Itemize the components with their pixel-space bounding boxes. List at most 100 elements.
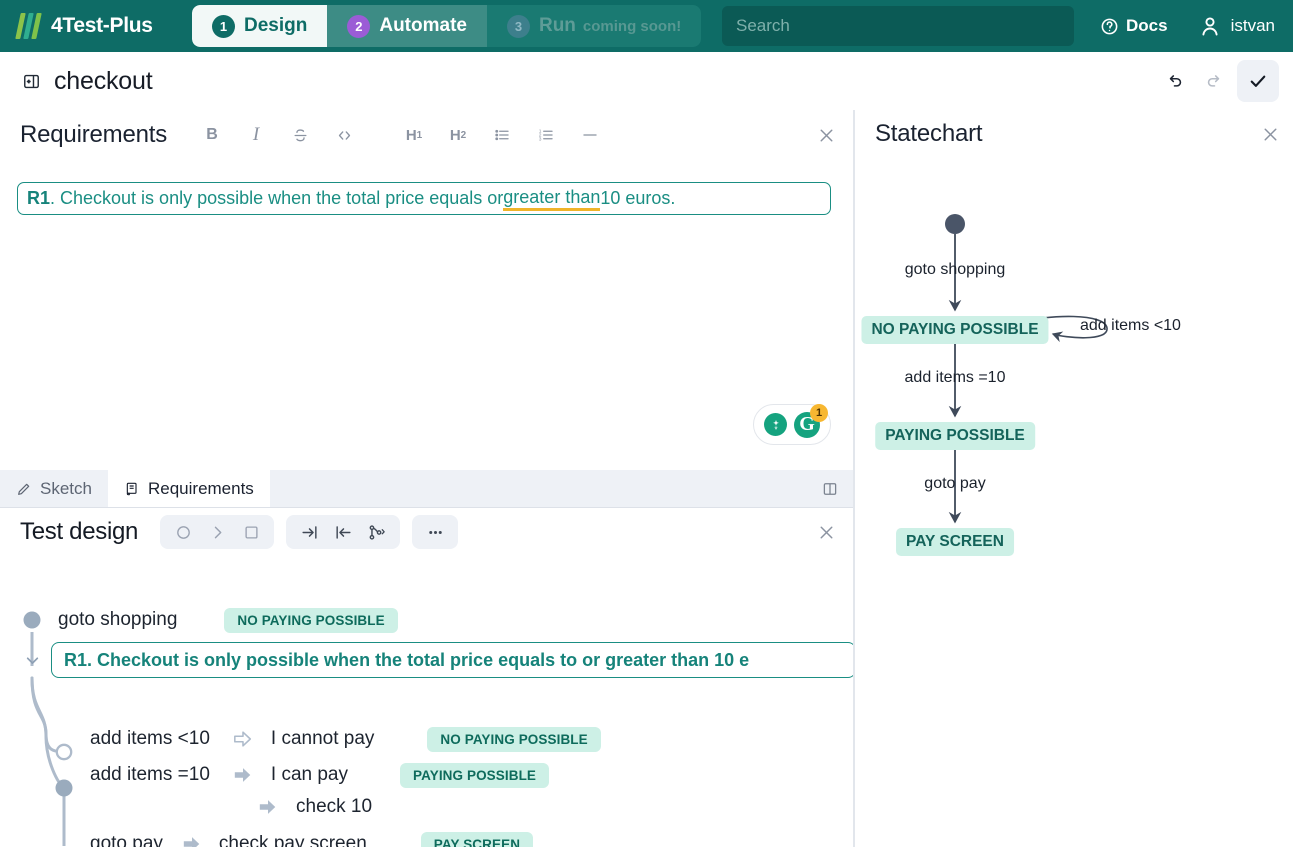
tab-automate-label: Automate: [379, 15, 467, 36]
tree-connectors: [23, 611, 73, 846]
state-node-paying-possible[interactable]: PAYING POSSIBLE: [875, 422, 1035, 450]
split-view-button[interactable]: [821, 470, 853, 507]
close-icon: [820, 526, 833, 538]
tab-sketch-label: Sketch: [40, 478, 92, 498]
horizontal-rule-icon: [583, 134, 597, 136]
confirm-button[interactable]: [1237, 60, 1279, 102]
italic-button[interactable]: I: [241, 120, 271, 150]
close-icon: [1264, 128, 1277, 140]
requirement-text-after: 10 euros.: [600, 188, 676, 208]
grammarly-badge-count: 1: [810, 403, 828, 422]
tab-run-number: 3: [506, 14, 530, 38]
tree-row-goto-shopping[interactable]: goto shopping NO PAYING POSSIBLE: [58, 605, 398, 635]
tree-row-action: add items =10: [90, 764, 210, 785]
status-badge: PAYING POSSIBLE: [400, 762, 550, 788]
panel-toggle-icon[interactable]: [22, 72, 41, 91]
bullet-list-button[interactable]: [487, 120, 517, 150]
undo-icon: [1169, 74, 1181, 87]
strikethrough-icon: [294, 128, 307, 141]
grammarly-logo-icon[interactable]: G 1: [794, 403, 828, 438]
brand-name: 4Test-Plus: [51, 14, 153, 37]
tree-row-action: goto pay: [90, 833, 163, 847]
requirement-text-before: . Checkout is only possible when the tot…: [50, 188, 504, 208]
requirement-chip[interactable]: R1. Checkout is only possible when the t…: [51, 642, 856, 678]
indent-left-button[interactable]: [328, 517, 358, 547]
brand[interactable]: 4Test-Plus: [0, 13, 192, 39]
more-options-button[interactable]: [420, 517, 450, 547]
tree-row-result: check 10: [296, 796, 373, 817]
branch-button[interactable]: [362, 517, 392, 547]
code-button[interactable]: [329, 120, 359, 150]
split-view-icon: [823, 482, 837, 495]
arrow-filled-icon: [181, 834, 203, 847]
tab-run-note: coming soon!: [582, 17, 682, 35]
tree-row-add-items-lt10[interactable]: add items <10 I cannot pay NO PAYING POS…: [90, 724, 601, 754]
nav-right: Docs istvan: [722, 6, 1293, 46]
initial-state-node: [945, 214, 965, 234]
tab-automate[interactable]: 2 Automate: [327, 5, 487, 47]
chevron-down-icon[interactable]: [22, 650, 43, 671]
circle-icon: [176, 525, 190, 539]
grammarly-widget[interactable]: G 1: [753, 403, 831, 445]
redo-icon: [1207, 74, 1219, 87]
test-design-tree: goto shopping NO PAYING POSSIBLE R1. Che…: [0, 556, 856, 847]
square-node-button[interactable]: [236, 517, 266, 547]
chevron-node-button[interactable]: [202, 517, 232, 547]
tree-row-check-10[interactable]: check 10: [257, 792, 372, 822]
edge-label-add-items-lt10: add items <10: [1080, 317, 1181, 334]
close-test-design-button[interactable]: [816, 522, 837, 543]
tab-design-label: Design: [244, 15, 308, 36]
tree-row-add-items-eq10[interactable]: add items =10 I can pay PAYING POSSIBLE: [90, 760, 550, 790]
chevron-right-icon: [214, 526, 222, 538]
numbered-list-button[interactable]: 1 2 3: [531, 120, 561, 150]
user-menu-button[interactable]: istvan: [1198, 14, 1275, 38]
test-design-panel: Test design goto shopping NO PAYING POSS…: [0, 508, 856, 847]
tab-design[interactable]: 1 Design: [192, 5, 328, 47]
test-design-header: Test design: [0, 508, 853, 556]
statechart-panel: Statechart NO PAYING POSSIBLE PAYING POS…: [854, 110, 1293, 847]
indent-right-button[interactable]: [294, 517, 324, 547]
search-input[interactable]: [722, 6, 1074, 46]
state-node-no-paying-possible[interactable]: NO PAYING POSSIBLE: [861, 316, 1049, 344]
tab-requirements-label: Requirements: [147, 478, 254, 498]
circle-node-button[interactable]: [168, 517, 198, 547]
close-editor-button[interactable]: [816, 125, 837, 146]
docs-button[interactable]: Docs: [1100, 16, 1168, 36]
tab-sketch[interactable]: Sketch: [0, 470, 108, 507]
tree-row-result: I cannot pay: [270, 728, 375, 749]
bullet-list-icon: [495, 129, 509, 141]
numbered-list-icon: 1 2 3: [539, 128, 553, 142]
help-circle-icon: [1101, 18, 1118, 34]
close-statechart-button[interactable]: [1260, 124, 1281, 145]
requirement-text-box[interactable]: R1. Checkout is only possible when the t…: [17, 182, 831, 215]
editor-tab-strip: Sketch Requirements: [0, 470, 853, 508]
heading-1-button[interactable]: H1: [399, 120, 429, 150]
branch-icon: [369, 524, 385, 540]
horizontal-rule-button[interactable]: [575, 120, 605, 150]
code-icon: [338, 130, 350, 140]
more-options-toolbar: [412, 515, 459, 549]
phase-tabs: 1 Design 2 Automate 3 Run coming soon!: [192, 5, 702, 47]
state-node-pay-screen[interactable]: PAY SCREEN: [896, 528, 1014, 556]
tree-row-requirement[interactable]: R1. Checkout is only possible when the t…: [22, 642, 857, 678]
bold-button[interactable]: B: [197, 120, 227, 150]
tab-run-label: Run: [538, 15, 576, 36]
tree-row-action: add items <10: [90, 728, 210, 749]
statechart-title: Statechart: [875, 120, 983, 147]
square-icon: [245, 525, 258, 539]
redo-button[interactable]: [1197, 64, 1231, 98]
tab-requirements[interactable]: Requirements: [107, 470, 270, 507]
strikethrough-button[interactable]: [285, 120, 315, 150]
tab-run[interactable]: 3 Run coming soon!: [486, 5, 702, 47]
top-navigation-bar: 4Test-Plus 1 Design 2 Automate 3 Run com…: [0, 0, 1293, 52]
tree-row-goto-pay[interactable]: goto pay check pay screen PAY SCREEN: [90, 829, 534, 847]
heading-2-button[interactable]: H2: [443, 120, 473, 150]
node-type-toolbar: [160, 515, 275, 549]
suggestion-bulb-icon[interactable]: [764, 413, 787, 436]
close-icon: [820, 129, 833, 141]
pencil-icon: [18, 483, 30, 495]
undo-button[interactable]: [1157, 64, 1191, 98]
test-design-title: Test design: [20, 518, 139, 545]
user-name: istvan: [1230, 16, 1275, 35]
arrow-filled-icon: [232, 765, 254, 785]
